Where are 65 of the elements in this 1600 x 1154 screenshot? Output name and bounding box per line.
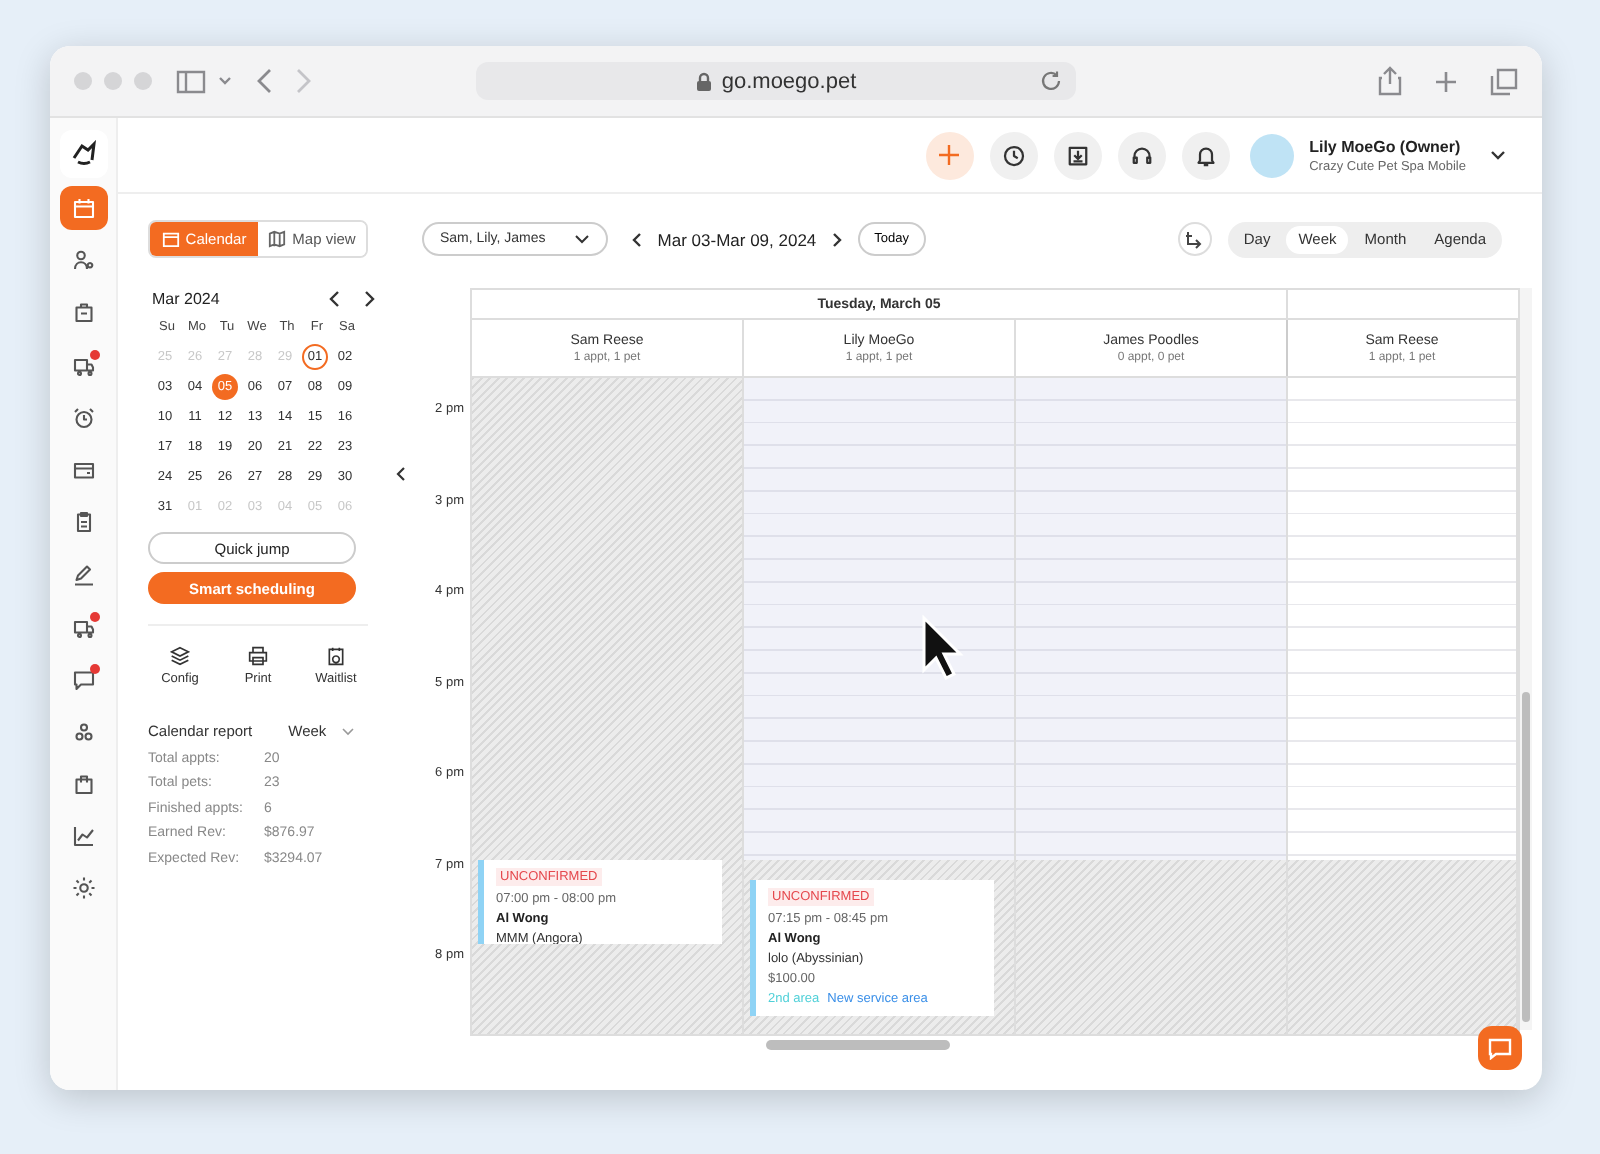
layers-icon bbox=[170, 646, 190, 666]
chat-icon bbox=[1488, 1036, 1512, 1060]
calendar-icon bbox=[71, 196, 95, 220]
scrollbar-thumb[interactable] bbox=[766, 1040, 950, 1050]
chat-button[interactable] bbox=[1478, 1026, 1522, 1070]
previous-month-icon[interactable] bbox=[328, 290, 340, 308]
calendar-icon bbox=[161, 230, 180, 248]
printer-icon bbox=[248, 646, 268, 666]
bell-icon bbox=[1193, 143, 1218, 167]
swap-button[interactable] bbox=[1177, 222, 1212, 256]
van-icon bbox=[71, 353, 95, 378]
back-icon[interactable] bbox=[256, 68, 272, 94]
share-icon[interactable] bbox=[1378, 66, 1402, 96]
download-icon bbox=[1065, 143, 1090, 167]
scrollbar-thumb[interactable] bbox=[1522, 692, 1530, 1022]
headset-icon bbox=[1129, 143, 1154, 167]
wallet-icon bbox=[71, 457, 95, 482]
chevron-down-icon bbox=[573, 234, 590, 244]
mouse-pointer-icon bbox=[920, 614, 964, 682]
date-range: Mar 03-Mar 09, 2024 bbox=[657, 229, 817, 249]
person-icon bbox=[71, 248, 95, 273]
people-icon bbox=[71, 719, 95, 744]
bag-icon bbox=[71, 300, 95, 325]
sidebar-toggle-icon[interactable] bbox=[176, 69, 206, 93]
chevron-down-icon[interactable] bbox=[218, 76, 232, 86]
chat-icon bbox=[71, 667, 95, 692]
address-bar[interactable]: go.moego.pet bbox=[476, 62, 1076, 100]
collapse-icon[interactable] bbox=[396, 466, 406, 482]
next-week-icon[interactable] bbox=[832, 231, 843, 247]
tabs-icon[interactable] bbox=[1490, 67, 1518, 95]
clipboard-icon bbox=[71, 510, 95, 535]
bell-button[interactable] bbox=[1181, 131, 1230, 179]
previous-week-icon[interactable] bbox=[631, 231, 642, 247]
shopping-bag-icon bbox=[71, 772, 95, 797]
close-dot[interactable] bbox=[74, 72, 92, 90]
clock-button[interactable] bbox=[989, 131, 1038, 179]
app-logo[interactable] bbox=[69, 140, 97, 168]
reload-icon[interactable] bbox=[1040, 70, 1062, 92]
url-text: go.moego.pet bbox=[721, 69, 857, 93]
swap-icon bbox=[1184, 229, 1205, 249]
download-button[interactable] bbox=[1053, 131, 1102, 179]
chart-icon bbox=[71, 824, 95, 849]
next-month-icon[interactable] bbox=[364, 290, 376, 308]
minimize-dot[interactable] bbox=[104, 72, 122, 90]
notification-dot bbox=[89, 349, 99, 360]
notification-dot bbox=[89, 611, 99, 621]
lock-icon bbox=[695, 71, 712, 91]
plus-icon[interactable] bbox=[1434, 69, 1458, 93]
settings-icon bbox=[71, 876, 95, 901]
clock-icon bbox=[1001, 143, 1026, 167]
notification-dot bbox=[89, 663, 99, 674]
zoom-dot[interactable] bbox=[134, 72, 152, 90]
plus-icon bbox=[938, 144, 961, 166]
calendar-clock-icon bbox=[326, 646, 346, 666]
caret-icon[interactable] bbox=[1490, 150, 1506, 160]
headset-button[interactable] bbox=[1117, 131, 1166, 179]
sidebar-item[interactable] bbox=[59, 186, 107, 230]
alarm-clock-icon bbox=[71, 405, 95, 430]
add-button[interactable] bbox=[925, 131, 974, 179]
map-icon bbox=[268, 230, 287, 248]
month-title: Mar 2024 bbox=[152, 290, 220, 308]
chevron-down-icon bbox=[342, 727, 355, 735]
van-icon bbox=[71, 615, 95, 639]
user-name: Lily MoeGo (Owner) bbox=[1309, 137, 1463, 155]
pencil-icon bbox=[71, 562, 95, 587]
